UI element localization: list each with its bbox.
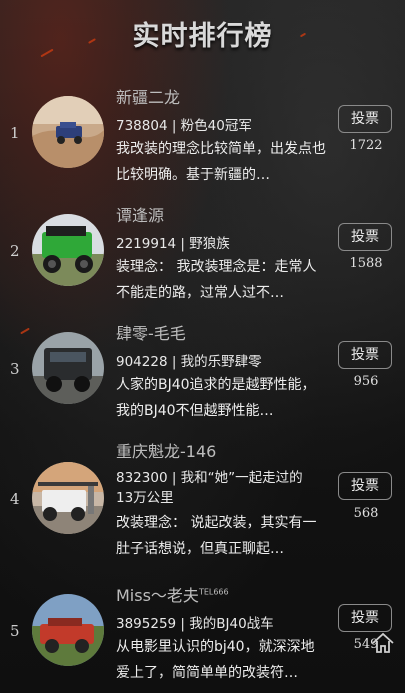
vote-count: 1722	[349, 138, 383, 153]
vote-count: 1588	[349, 256, 383, 271]
user-name[interactable]: Miss～老夫TEL666	[116, 582, 229, 606]
avatar[interactable]	[32, 332, 104, 404]
vote-count: 956	[353, 374, 379, 389]
rank-number: 5	[10, 622, 20, 640]
list-item[interactable]: 4 重庆魁龙-146 832300 | 我和“她”一起走过的13万公里 改装理念…	[0, 434, 405, 579]
description: 人家的BJ40追求的是越野性能，我的BJ40不但越野性能…	[116, 377, 316, 419]
description: 从电影里认识的bj40，就深深地爱上了，简简单单的改装符…	[116, 639, 315, 681]
description: 装理念： 我改装理念是：走常人不能走的路，过常人过不…	[116, 259, 317, 301]
rank-number: 1	[10, 124, 20, 142]
list-item[interactable]: 5 Miss～老夫TEL666 3895259 | 我的BJ40战车 从电影里认…	[0, 580, 405, 693]
user-name[interactable]: 肆零-毛毛	[116, 320, 186, 344]
avatar[interactable]	[32, 462, 104, 534]
user-name[interactable]: 重庆魁龙-146	[116, 438, 216, 462]
avatar[interactable]	[32, 594, 104, 666]
user-name[interactable]: 新疆二龙	[116, 84, 180, 108]
avatar[interactable]	[32, 214, 104, 286]
rank-number: 2	[10, 242, 20, 260]
user-id-tag: 738804 | 粉色40冠军	[116, 118, 252, 134]
home-up-icon[interactable]	[370, 630, 396, 656]
name-superscript: TEL666	[198, 587, 229, 597]
user-id-tag: 832300 | 我和“她”一起走过的13万公里	[116, 470, 303, 506]
list-item[interactable]: 3 肆零-毛毛 904228 | 我的乐野肆零 人家的BJ40追求的是越野性能，…	[0, 316, 405, 431]
list-item[interactable]: 2 谭逢源 2219914 | 野狼族 装理念： 我改装理念是：走常人不能走的路…	[0, 198, 405, 313]
avatar[interactable]	[32, 96, 104, 168]
rank-number: 4	[10, 490, 20, 508]
rank-number: 3	[10, 360, 20, 378]
user-name[interactable]: 谭逢源	[116, 202, 164, 226]
user-id-tag: 2219914 | 野狼族	[116, 236, 230, 252]
user-id-tag: 904228 | 我的乐野肆零	[116, 354, 262, 370]
vote-button[interactable]: 投票	[338, 105, 392, 133]
description: 我改装的理念比较简单，出发点也比较明确。基于新疆的…	[116, 141, 326, 183]
page-title: 实时排行榜	[132, 21, 273, 52]
vote-button[interactable]: 投票	[338, 341, 392, 369]
list-item[interactable]: 1 新疆二龙 738804 | 粉色40冠军 我改装的理念比较简单，出发点也比较…	[0, 80, 405, 195]
vote-count: 568	[353, 506, 379, 521]
header: 实时排行榜	[0, 0, 405, 70]
vote-button[interactable]: 投票	[338, 223, 392, 251]
user-id-tag: 3895259 | 我的BJ40战车	[116, 616, 274, 632]
vote-button[interactable]: 投票	[338, 604, 392, 632]
vote-button[interactable]: 投票	[338, 472, 392, 500]
description: 改装理念： 说起改装，其实有一肚子话想说，但真正聊起…	[116, 515, 317, 557]
